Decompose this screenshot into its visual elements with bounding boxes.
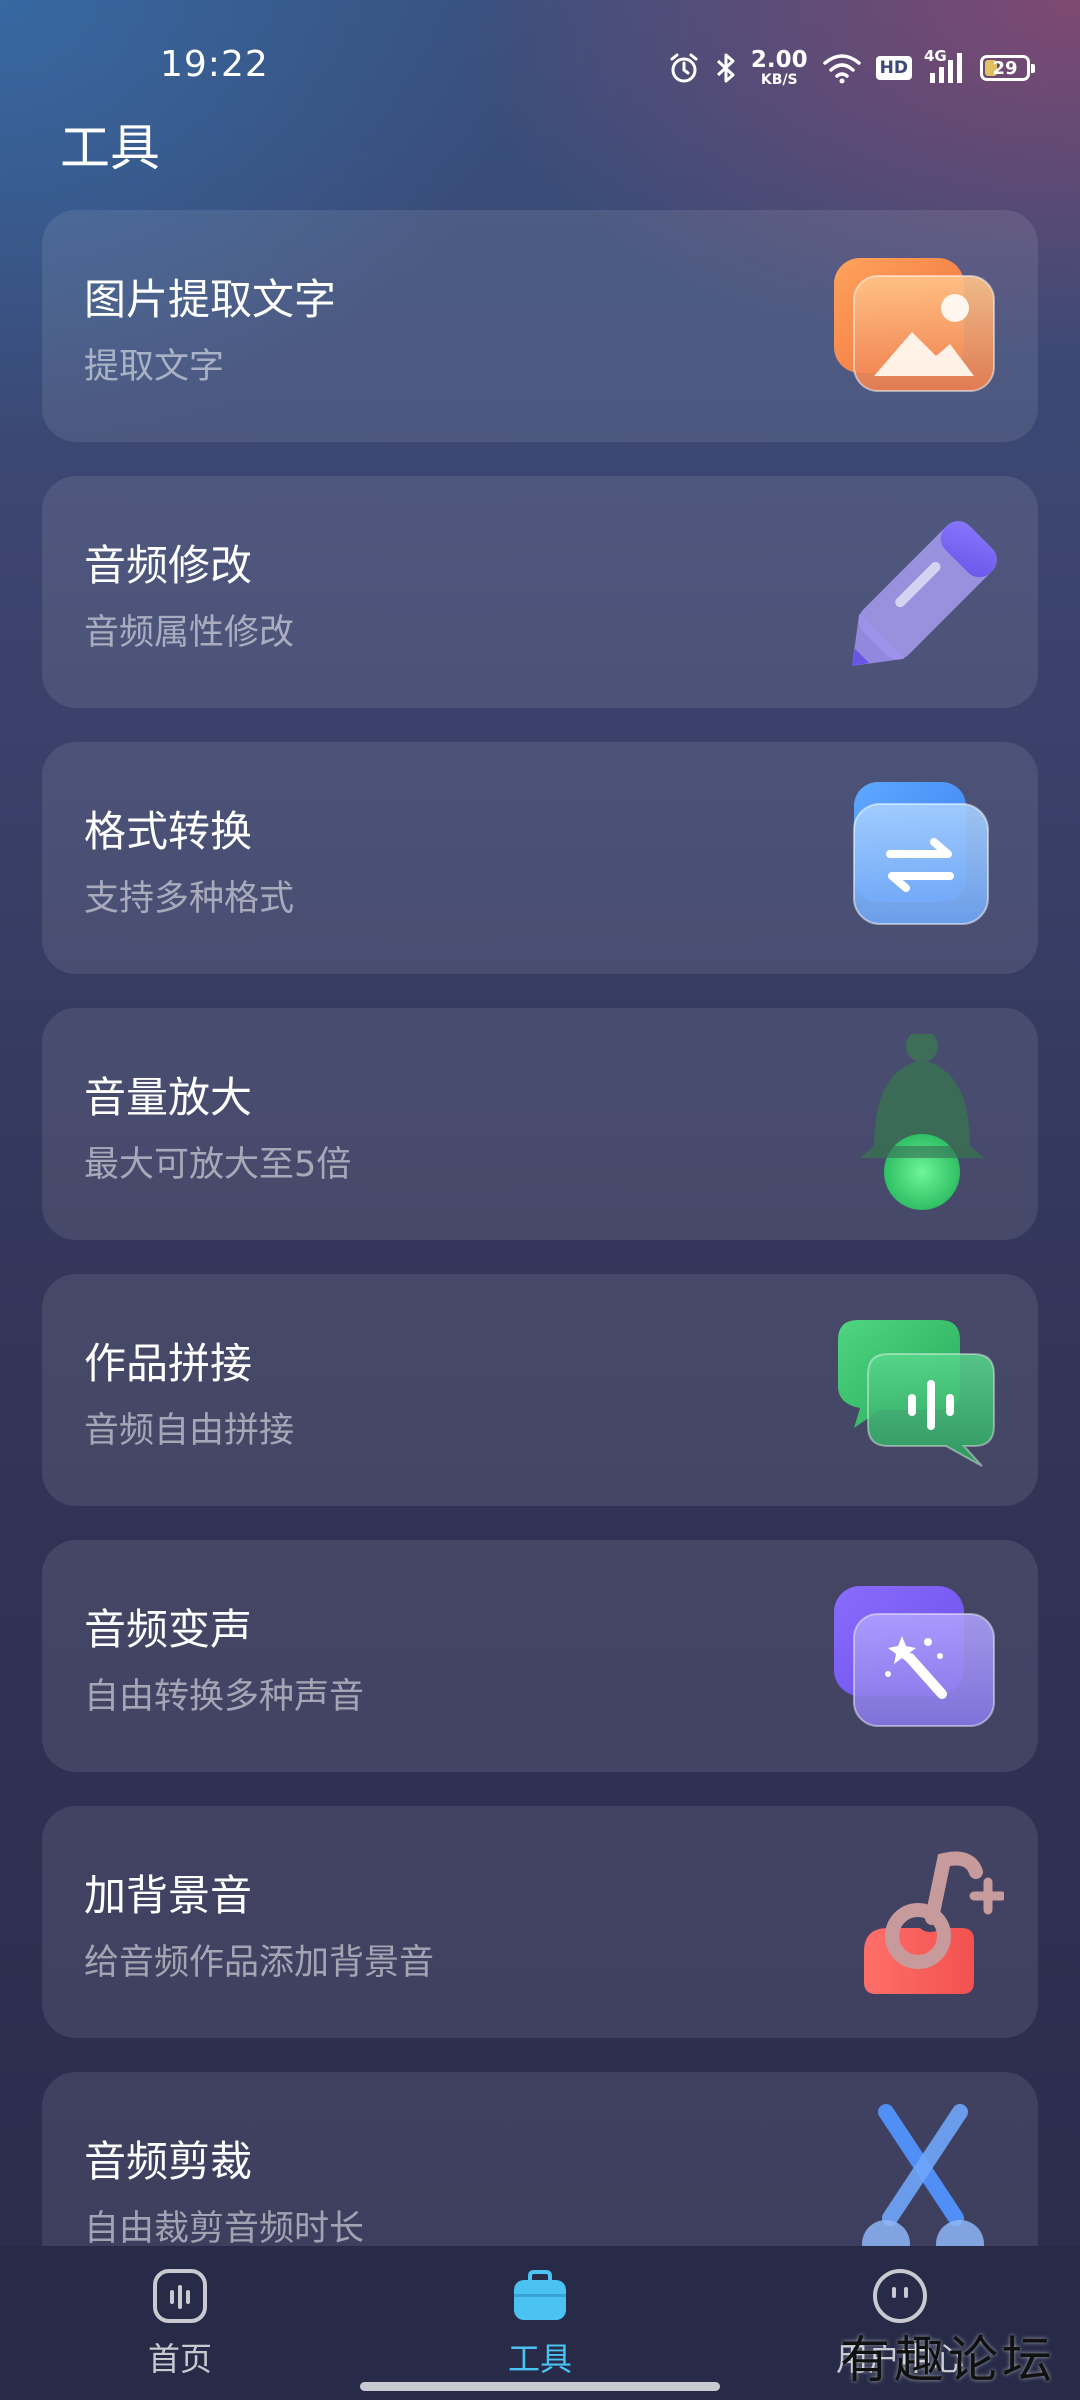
tool-title: 音频变声 [84, 1605, 253, 1654]
network-type-label: 4G [924, 47, 947, 65]
nav-tools-label: 工具 [507, 2340, 572, 2378]
status-bar: 19:22 2.00 KB/S HD 4G 29 [0, 0, 1080, 130]
tool-title: 音量放大 [84, 1073, 253, 1122]
user-face-icon [873, 2269, 927, 2323]
signal-icon: 4G [924, 47, 966, 85]
tool-card-voice-change[interactable]: 音频变声 自由转换多种声音 [42, 1540, 1038, 1772]
tool-subtitle: 给音频作品添加背景音 [84, 1943, 435, 1983]
image-icon [824, 236, 1004, 416]
alarm-icon [667, 51, 701, 85]
tool-card-add-bgm[interactable]: 加背景音 给音频作品添加背景音 [42, 1806, 1038, 2038]
tool-card-audio-splice[interactable]: 作品拼接 音频自由拼接 [42, 1274, 1038, 1506]
page-title: 工具 [60, 119, 160, 177]
battery-level: 29 [992, 57, 1018, 79]
hd-badge: HD [875, 56, 912, 80]
tool-subtitle: 自由裁剪音频时长 [84, 2209, 365, 2249]
status-icons: 2.00 KB/S HD 4G 29 [667, 46, 1035, 90]
magic-wand-icon [824, 1566, 1004, 1746]
nav-home-label: 首页 [147, 2340, 212, 2378]
network-speed-value: 2.00 [750, 47, 808, 73]
tool-list: 图片提取文字 提取文字 音频修改 音频属性修改 格式转换 支持多种格式 音量放大… [42, 210, 1038, 2250]
tool-subtitle: 支持多种格式 [84, 879, 295, 919]
scissors-icon [824, 2098, 1004, 2250]
pencil-icon [824, 502, 1004, 682]
convert-icon [824, 768, 1004, 948]
tool-card-volume-boost[interactable]: 音量放大 最大可放大至5倍 [42, 1008, 1038, 1240]
tool-title: 作品拼接 [84, 1339, 253, 1388]
music-note-add-icon [824, 1832, 1007, 2012]
tool-card-audio-trim[interactable]: 音频剪裁 自由裁剪音频时长 [42, 2072, 1038, 2250]
tool-title: 音频修改 [84, 541, 253, 590]
wifi-icon [822, 52, 862, 84]
tool-subtitle: 自由转换多种声音 [84, 1677, 365, 1717]
tool-title: 图片提取文字 [84, 275, 337, 324]
tool-card-format-convert[interactable]: 格式转换 支持多种格式 [42, 742, 1038, 974]
network-speed-unit: KB/S [760, 72, 798, 88]
tool-title: 音频剪裁 [84, 2137, 253, 2186]
status-time: 19:22 [160, 44, 269, 85]
nav-tools[interactable]: 工具 [420, 2246, 660, 2400]
chat-icon [824, 1300, 1004, 1480]
tool-title: 加背景音 [84, 1871, 253, 1920]
tool-subtitle: 提取文字 [84, 347, 225, 387]
tool-title: 格式转换 [84, 807, 253, 856]
tool-subtitle: 音频属性修改 [84, 613, 295, 653]
nav-home[interactable]: 首页 [60, 2246, 300, 2400]
network-speed: 2.00 KB/S [750, 47, 808, 88]
watermark: 有趣论坛 [840, 2331, 1056, 2389]
battery-icon: 29 [980, 55, 1035, 81]
tool-subtitle: 音频自由拼接 [84, 1411, 295, 1451]
bell-icon [824, 1030, 1004, 1214]
tool-card-image-text[interactable]: 图片提取文字 提取文字 [42, 210, 1038, 442]
tool-card-audio-edit[interactable]: 音频修改 音频属性修改 [42, 476, 1038, 708]
tool-subtitle: 最大可放大至5倍 [84, 1145, 352, 1185]
bluetooth-icon [715, 51, 737, 85]
home-indicator[interactable] [360, 2382, 720, 2391]
home-waveform-icon [153, 2269, 207, 2323]
toolbox-icon [514, 2270, 566, 2320]
